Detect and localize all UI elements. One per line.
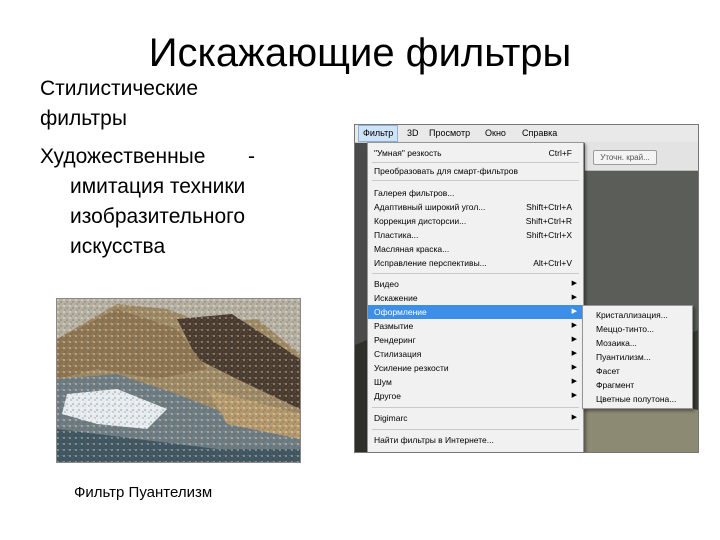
item-description: имитация техники изобразительного искусс… (70, 175, 246, 258)
menu-item-other[interactable]: Другое ▶ (368, 389, 583, 403)
pointillize-landscape-picture (57, 299, 300, 462)
filter-dropdown-menu: "Умная" резкость Ctrl+F Преобразовать для… (367, 142, 584, 452)
submenu-arrow-icon: ▶ (571, 294, 577, 301)
menu-view[interactable]: Просмотр (425, 125, 474, 142)
submenu-item-mezzotint[interactable]: Меццо-тинто... (596, 322, 654, 336)
submenu-arrow-icon: ▶ (571, 322, 577, 329)
menu-item-video[interactable]: Видео ▶ (368, 277, 583, 291)
menu-filter[interactable]: Фильтр (358, 125, 399, 142)
menu-item-vanishing-point[interactable]: Исправление перспективы... Alt+Ctrl+V (368, 256, 583, 270)
submenu-arrow-icon: ▶ (571, 336, 577, 343)
submenu-arrow-icon: ▶ (571, 350, 577, 357)
menu-item-filter-gallery[interactable]: Галерея фильтров... (368, 186, 583, 200)
artistic-filters-item: Художественные - имитация техники изобра… (40, 142, 330, 262)
photoshop-menubar: Фильтр 3D Просмотр Окно Справка (355, 125, 698, 143)
submenu-item-pointillize[interactable]: Пуантилизм... (596, 350, 651, 364)
menu-item-convert-smart-filters[interactable]: Преобразовать для смарт-фильтров (368, 164, 583, 178)
menu-separator (372, 273, 579, 274)
submenu-arrow-icon: ▶ (571, 378, 577, 385)
slide-subtitle: Стилистические фильтры (40, 77, 199, 130)
menu-item-digimarc[interactable]: Digimarc ▶ (368, 411, 583, 425)
submenu-arrow-icon: ▶ (571, 364, 577, 371)
menu-window[interactable]: Окно (481, 125, 510, 142)
item-dash: - (248, 145, 255, 168)
refine-edge-button[interactable]: Уточн. край... (593, 150, 657, 165)
pixelate-submenu: Кристаллизация... Меццо-тинто... Мозаика… (582, 305, 693, 409)
menu-separator (372, 180, 579, 181)
menu-item-noise[interactable]: Шум ▶ (368, 375, 583, 389)
menu-item-browse-filters-online[interactable]: Найти фильтры в Интернете... (368, 433, 583, 447)
menu-3d[interactable]: 3D (403, 125, 423, 142)
options-bar: Уточн. край... (585, 142, 698, 171)
submenu-item-facet[interactable]: Фасет (596, 364, 620, 378)
photoshop-screenshot: Фильтр 3D Просмотр Окно Справка Уточн. к… (354, 124, 699, 453)
submenu-item-color-halftone[interactable]: Цветные полутона... (596, 392, 676, 406)
menu-item-smart-sharpen[interactable]: "Умная" резкость Ctrl+F (368, 146, 583, 160)
menu-item-lens-correction[interactable]: Коррекция дисторсии... Shift+Ctrl+R (368, 214, 583, 228)
submenu-arrow-icon: ▶ (571, 392, 577, 399)
menu-item-blur[interactable]: Размытие ▶ (368, 319, 583, 333)
submenu-item-fragment[interactable]: Фрагмент (596, 378, 634, 392)
submenu-arrow-icon: ▶ (571, 414, 577, 421)
menu-item-oil-paint[interactable]: Масляная краска... (368, 242, 583, 256)
item-lead: Художественные (40, 145, 206, 168)
submenu-item-crystallize[interactable]: Кристаллизация... (596, 308, 668, 322)
menu-separator (372, 162, 579, 163)
menu-separator (372, 429, 579, 430)
menu-item-distort[interactable]: Искажение ▶ (368, 291, 583, 305)
menu-item-stylize[interactable]: Стилизация ▶ (368, 347, 583, 361)
submenu-item-mosaic[interactable]: Мозаика... (596, 336, 637, 350)
menu-item-liquify[interactable]: Пластика... Shift+Ctrl+X (368, 228, 583, 242)
pointillize-sample-image (56, 298, 301, 463)
menu-separator (372, 407, 579, 408)
menu-item-pixelate[interactable]: Оформление ▶ (368, 305, 583, 319)
menu-item-adaptive-wide-angle[interactable]: Адаптивный широкий угол... Shift+Ctrl+A (368, 200, 583, 214)
menu-item-sharpen[interactable]: Усиление резкости ▶ (368, 361, 583, 375)
menu-item-render[interactable]: Рендеринг ▶ (368, 333, 583, 347)
submenu-arrow-icon: ▶ (571, 280, 577, 287)
slide-title: Искажающие фильтры (148, 31, 572, 75)
submenu-arrow-icon: ▶ (571, 308, 577, 315)
image-caption: Фильтр Пуантелизм (74, 484, 213, 501)
menu-help[interactable]: Справка (518, 125, 561, 142)
